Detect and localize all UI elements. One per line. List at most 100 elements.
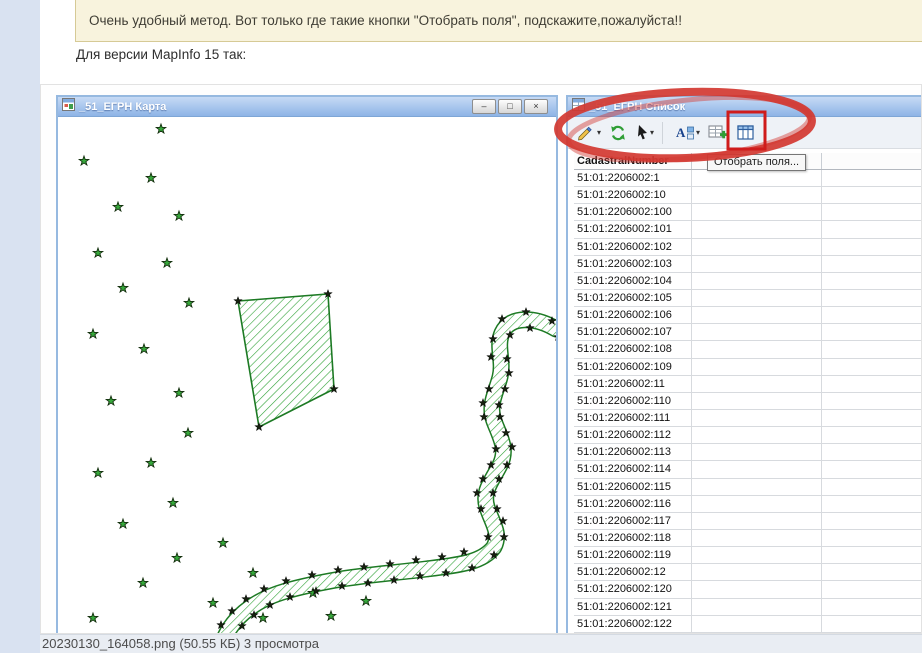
empty-cell[interactable] <box>692 170 822 186</box>
table-row[interactable]: 51:01:2206002:117 <box>574 513 922 530</box>
empty-cell[interactable] <box>692 256 822 272</box>
cadastral-number-cell[interactable]: 51:01:2206002:118 <box>574 530 692 546</box>
map-point-star-icon <box>156 124 166 133</box>
empty-cell[interactable] <box>692 513 822 529</box>
close-button[interactable]: × <box>524 99 548 114</box>
empty-cell[interactable] <box>692 599 822 615</box>
cadastral-number-cell[interactable]: 51:01:2206002:102 <box>574 239 692 255</box>
table-row[interactable]: 51:01:2206002:10 <box>574 187 922 204</box>
pick-fields-button[interactable] <box>734 120 758 146</box>
cadastral-number-cell[interactable]: 51:01:2206002:103 <box>574 256 692 272</box>
empty-cell[interactable] <box>692 479 822 495</box>
empty-cell[interactable] <box>692 324 822 340</box>
cadastral-number-cell[interactable]: 51:01:2206002:121 <box>574 599 692 615</box>
table-row[interactable]: 51:01:2206002:110 <box>574 393 922 410</box>
empty-cell[interactable] <box>692 496 822 512</box>
empty-cell[interactable] <box>692 359 822 375</box>
table-row[interactable]: 51:01:2206002:103 <box>574 256 922 273</box>
cadastral-number-cell[interactable]: 51:01:2206002:111 <box>574 410 692 426</box>
table-row[interactable]: 51:01:2206002:122 <box>574 616 922 633</box>
cadastral-number-cell[interactable]: 51:01:2206002:113 <box>574 444 692 460</box>
cadastral-number-cell[interactable]: 51:01:2206002:114 <box>574 461 692 477</box>
browser-window-titlebar[interactable]: _51_ЕГРН Список <box>568 97 922 117</box>
empty-cell[interactable] <box>692 427 822 443</box>
cadastral-number-cell[interactable]: 51:01:2206002:112 <box>574 427 692 443</box>
empty-cell[interactable] <box>692 461 822 477</box>
cadastral-number-cell[interactable]: 51:01:2206002:100 <box>574 204 692 220</box>
cadastral-number-cell[interactable]: 51:01:2206002:107 <box>574 324 692 340</box>
empty-cell[interactable] <box>692 290 822 306</box>
empty-cell[interactable] <box>692 547 822 563</box>
cadastral-number-cell[interactable]: 51:01:2206002:119 <box>574 547 692 563</box>
forum-post-content: Очень удобный метод. Вот только где таки… <box>40 0 922 653</box>
cadastral-number-cell[interactable]: 51:01:2206002:12 <box>574 564 692 580</box>
table-row[interactable]: 51:01:2206002:108 <box>574 341 922 358</box>
toolbar-separator <box>662 122 669 144</box>
empty-cell[interactable] <box>692 564 822 580</box>
cadastral-number-cell[interactable]: 51:01:2206002:116 <box>574 496 692 512</box>
empty-cell[interactable] <box>692 581 822 597</box>
table-row[interactable]: 51:01:2206002:100 <box>574 204 922 221</box>
empty-cell[interactable] <box>692 307 822 323</box>
refresh-button[interactable] <box>607 120 629 146</box>
empty-cell[interactable] <box>692 410 822 426</box>
table-row[interactable]: 51:01:2206002:106 <box>574 307 922 324</box>
append-rows-button[interactable] <box>706 120 730 146</box>
table-row[interactable]: 51:01:2206002:111 <box>574 410 922 427</box>
cadastral-number-cell[interactable]: 51:01:2206002:101 <box>574 221 692 237</box>
empty-cell[interactable] <box>692 376 822 392</box>
cadastral-number-cell[interactable]: 51:01:2206002:115 <box>574 479 692 495</box>
map-point-star-icon <box>172 553 182 562</box>
empty-cell[interactable] <box>692 204 822 220</box>
empty-cell[interactable] <box>692 239 822 255</box>
table-row[interactable]: 51:01:2206002:120 <box>574 581 922 598</box>
empty-cell[interactable] <box>692 393 822 409</box>
cadastral-number-cell[interactable]: 51:01:2206002:108 <box>574 341 692 357</box>
select-query-button[interactable]: ▾ <box>574 120 603 146</box>
table-row[interactable]: 51:01:2206002:121 <box>574 599 922 616</box>
empty-cell[interactable] <box>692 444 822 460</box>
table-row[interactable]: 51:01:2206002:12 <box>574 564 922 581</box>
cadastral-number-cell[interactable]: 51:01:2206002:10 <box>574 187 692 203</box>
cadastral-number-cell[interactable]: 51:01:2206002:106 <box>574 307 692 323</box>
cadastral-number-cell[interactable]: 51:01:2206002:117 <box>574 513 692 529</box>
cadastral-number-cell[interactable]: 51:01:2206002:105 <box>574 290 692 306</box>
empty-cell[interactable] <box>692 341 822 357</box>
empty-cell[interactable] <box>692 616 822 632</box>
cadastral-number-cell[interactable]: 51:01:2206002:109 <box>574 359 692 375</box>
column-header-cadastralnumber[interactable]: CadastralNumber <box>574 153 692 169</box>
table-row[interactable]: 51:01:2206002:101 <box>574 221 922 238</box>
cadastral-number-cell[interactable]: 51:01:2206002:120 <box>574 581 692 597</box>
minimize-button[interactable]: – <box>472 99 496 114</box>
table-row[interactable]: 51:01:2206002:1 <box>574 170 922 187</box>
empty-cell[interactable] <box>692 530 822 546</box>
empty-cell[interactable] <box>692 221 822 237</box>
empty-cell[interactable] <box>692 273 822 289</box>
cadastral-number-cell[interactable]: 51:01:2206002:110 <box>574 393 692 409</box>
tooltip: Отобрать поля... <box>707 154 806 171</box>
table-row[interactable]: 51:01:2206002:105 <box>574 290 922 307</box>
map-point-star-icon <box>218 538 228 547</box>
map-canvas[interactable] <box>58 117 556 634</box>
restore-button[interactable]: □ <box>498 99 522 114</box>
table-row[interactable]: 51:01:2206002:112 <box>574 427 922 444</box>
table-row[interactable]: 51:01:2206002:11 <box>574 376 922 393</box>
table-row[interactable]: 51:01:2206002:116 <box>574 496 922 513</box>
text-style-button[interactable]: A ▾ <box>673 120 702 146</box>
table-row[interactable]: 51:01:2206002:115 <box>574 479 922 496</box>
select-arrow-button[interactable]: ▾ <box>633 120 656 146</box>
cadastral-number-cell[interactable]: 51:01:2206002:122 <box>574 616 692 632</box>
cadastral-number-cell[interactable]: 51:01:2206002:1 <box>574 170 692 186</box>
table-row[interactable]: 51:01:2206002:107 <box>574 324 922 341</box>
table-row[interactable]: 51:01:2206002:113 <box>574 444 922 461</box>
cadastral-number-cell[interactable]: 51:01:2206002:104 <box>574 273 692 289</box>
table-row[interactable]: 51:01:2206002:104 <box>574 273 922 290</box>
empty-cell[interactable] <box>692 187 822 203</box>
map-window-titlebar[interactable]: _51_ЕГРН Карта – □ × <box>58 97 556 117</box>
table-row[interactable]: 51:01:2206002:119 <box>574 547 922 564</box>
cadastral-number-cell[interactable]: 51:01:2206002:11 <box>574 376 692 392</box>
table-row[interactable]: 51:01:2206002:114 <box>574 461 922 478</box>
table-row[interactable]: 51:01:2206002:118 <box>574 530 922 547</box>
table-row[interactable]: 51:01:2206002:102 <box>574 239 922 256</box>
table-row[interactable]: 51:01:2206002:109 <box>574 359 922 376</box>
